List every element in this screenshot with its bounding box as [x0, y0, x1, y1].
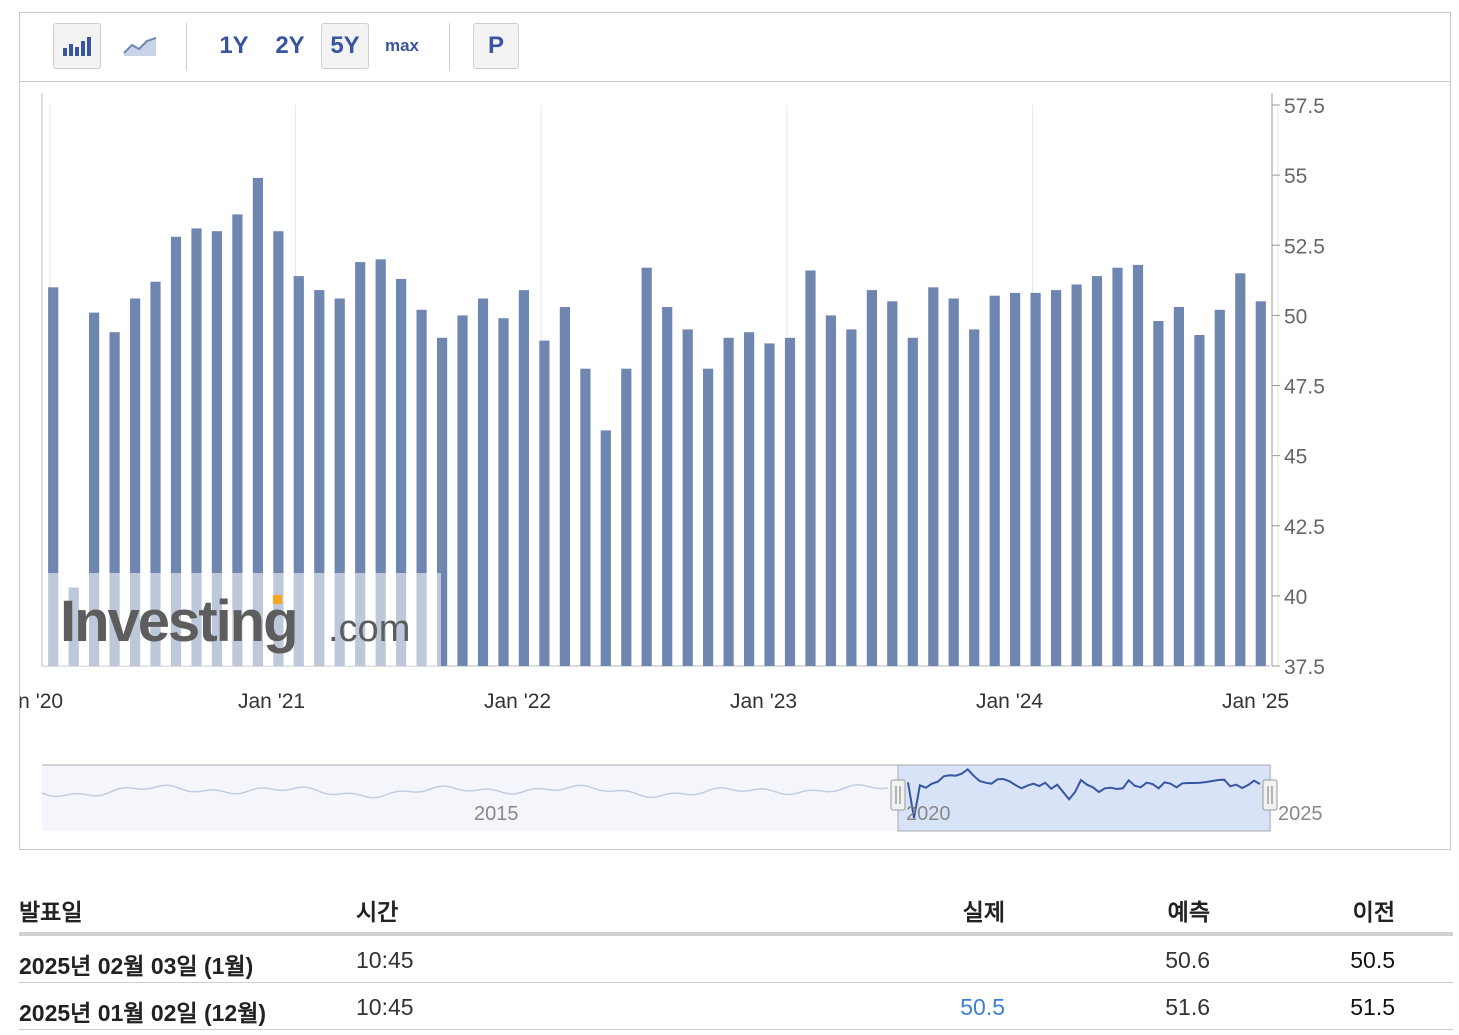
data-bar[interactable] — [662, 307, 673, 666]
range-navigator[interactable]: 2015 2020 2025 — [41, 764, 1323, 832]
data-bar[interactable] — [621, 368, 632, 666]
data-bar[interactable] — [1112, 267, 1123, 666]
data-bar[interactable] — [969, 329, 980, 666]
data-bar[interactable] — [1030, 292, 1041, 666]
data-bar[interactable] — [518, 290, 529, 666]
chart-panel: 1Y 2Y 5Y max P Investing .com 57.5 55 52.5… — [19, 12, 1451, 850]
data-bar[interactable] — [928, 287, 939, 666]
data-bar[interactable] — [457, 315, 468, 666]
navigator-year-label: 2015 — [474, 803, 519, 825]
row-previous: 51.5 — [1350, 994, 1395, 1020]
table-row: 2025년 01월 02일 (12월) 10:45 50.5 51.6 51.5 — [19, 983, 1453, 1030]
y-tick-label: 45 — [1284, 446, 1307, 469]
data-bar[interactable] — [1214, 309, 1225, 666]
y-tick-label: 52.5 — [1284, 235, 1325, 258]
data-bar[interactable] — [498, 318, 509, 666]
y-tick-label: 42.5 — [1284, 516, 1325, 539]
y-tick-label: 55 — [1284, 165, 1307, 188]
data-bar[interactable] — [539, 340, 550, 666]
data-bar[interactable] — [1071, 284, 1082, 667]
data-bar[interactable] — [641, 267, 652, 666]
navigator-handle[interactable] — [890, 779, 906, 811]
data-bar[interactable] — [1091, 276, 1103, 666]
y-tick-label: 57.5 — [1284, 95, 1325, 118]
data-bar[interactable] — [1255, 301, 1266, 666]
x-tick-label: Jan '22 — [484, 690, 551, 713]
row-date: 2025년 01월 02일 (12월) — [19, 1000, 267, 1026]
data-bar[interactable] — [477, 298, 489, 667]
row-forecast: 51.6 — [1165, 994, 1210, 1020]
data-bar[interactable] — [1173, 307, 1184, 666]
y-tick-label: 40 — [1284, 586, 1307, 609]
x-tick-label: Jan '25 — [1222, 690, 1289, 713]
data-bar[interactable] — [744, 332, 755, 666]
y-tick-label: 50 — [1284, 305, 1307, 328]
data-bar[interactable] — [887, 301, 898, 666]
data-bar[interactable] — [1153, 321, 1164, 666]
data-bar[interactable] — [948, 298, 959, 667]
x-tick-label: Jan '20 — [20, 690, 63, 713]
row-forecast: 50.6 — [1165, 947, 1210, 973]
data-bar[interactable] — [600, 430, 611, 666]
data-bar[interactable] — [825, 315, 836, 666]
data-bar[interactable] — [559, 307, 570, 666]
x-tick-label: Jan '23 — [730, 690, 797, 713]
data-bar[interactable] — [1010, 292, 1021, 666]
data-bar[interactable] — [784, 337, 796, 666]
data-bar[interactable] — [1051, 290, 1062, 666]
data-bar[interactable] — [907, 337, 918, 666]
header-date[interactable]: 발표일 — [19, 893, 82, 927]
watermark-brand: Investing — [60, 589, 297, 654]
navigator-year-label: 2020 — [906, 803, 951, 825]
data-bar[interactable] — [1132, 264, 1144, 666]
header-actual: 실제 — [962, 899, 1005, 925]
data-bar[interactable] — [703, 368, 714, 666]
table-header: 발표일 시간 실제 예측 이전 — [19, 880, 1453, 936]
row-actual: 50.5 — [960, 994, 1005, 1020]
data-bar[interactable] — [989, 295, 1000, 666]
navigator-handle[interactable] — [1262, 779, 1278, 811]
y-tick-label: 47.5 — [1284, 376, 1325, 399]
data-bar[interactable] — [580, 368, 591, 666]
bar-chart: Investing .com 57.5 55 52.5 50 47.5 45 42.5 40 3… — [20, 93, 1325, 832]
row-previous: 50.5 — [1350, 947, 1395, 973]
watermark-suffix: .com — [328, 608, 410, 650]
row-time: 10:45 — [356, 994, 414, 1020]
header-time: 시간 — [356, 899, 399, 925]
data-bar[interactable] — [1235, 273, 1246, 666]
data-bar[interactable] — [764, 343, 775, 666]
data-bar[interactable] — [682, 329, 693, 666]
data-bar[interactable] — [866, 290, 877, 666]
data-bar[interactable] — [1194, 335, 1205, 666]
y-tick-label: 37.5 — [1284, 656, 1325, 679]
navigator-year-label: 2025 — [1278, 803, 1323, 825]
x-tick-label: Jan '21 — [238, 690, 305, 713]
table-row: 2025년 02월 03일 (1월) 10:45 50.6 50.5 — [19, 936, 1453, 983]
data-bar[interactable] — [723, 337, 734, 666]
row-date: 2025년 02월 03일 (1월) — [19, 953, 254, 979]
header-forecast: 예측 — [1167, 899, 1210, 925]
header-previous: 이전 — [1352, 899, 1395, 925]
x-tick-label: Jan '24 — [976, 690, 1043, 713]
row-time: 10:45 — [356, 947, 414, 973]
data-bar[interactable] — [805, 270, 816, 667]
history-table: 발표일 시간 실제 예측 이전 2025년 02월 03일 (1월) 10:45… — [19, 880, 1453, 1030]
investing-watermark: Investing .com — [44, 573, 441, 666]
data-bar[interactable] — [846, 329, 857, 666]
